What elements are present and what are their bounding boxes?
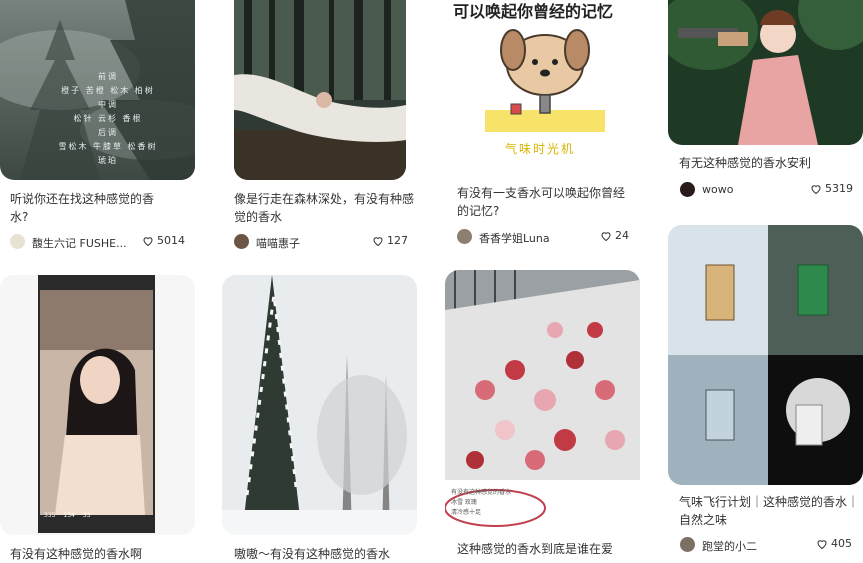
cover-heading: 可以唤起你曾经的记忆 [453, 2, 614, 21]
cover-notes-text: 前调 橙子 苦橙 松木 柏树 中调 松针 云杉 香根 后调 雪松木 牛膝草 松香… [58, 70, 158, 168]
like-button[interactable]: 127 [372, 234, 408, 247]
cover-caption: 气味时光机 [505, 142, 576, 156]
note-cover-image[interactable] [668, 225, 863, 485]
video-likes-count: 335 [44, 512, 56, 519]
author-name[interactable]: 跑堂的小二 [702, 538, 782, 554]
note-card-2[interactable]: 像是行走在森林深处，有没有种感觉的香水 喵喵惠子 127 [222, 0, 417, 255]
like-count: 405 [831, 537, 852, 550]
cover-note-line: 后调 [98, 128, 118, 137]
note-cover-image[interactable] [234, 0, 406, 180]
heart-outline-icon [816, 538, 828, 550]
like-button[interactable]: 5319 [810, 182, 853, 195]
note-card-3[interactable]: 可以唤起你曾经的记忆 气味时光机 有没有一支香水可以唤起你曾经的记忆? 香香学姐… [445, 0, 640, 255]
note-card-8[interactable]: 气味飞行计划｜这种感觉的香水｜自然之味 跑堂的小二 405 [668, 225, 863, 563]
note-title[interactable]: 有没有这种感觉的香水啊 [10, 545, 190, 563]
author-name[interactable]: wowo [702, 183, 782, 196]
author-avatar[interactable] [457, 229, 472, 244]
note-title[interactable]: 有无这种感觉的香水安利 [679, 154, 859, 172]
note-title[interactable]: 这种感觉的香水到底是谁在爱 [457, 540, 637, 558]
heart-outline-icon [810, 183, 822, 195]
note-title[interactable]: 听说你还在找这种感觉的香水? [10, 190, 170, 226]
note-cover-image[interactable] [668, 0, 863, 145]
heart-outline-icon [142, 235, 154, 247]
note-card-5[interactable]: 335 134 33 有没有这种感觉的香水啊 [0, 275, 195, 563]
note-title[interactable]: 像是行走在森林深处，有没有种感觉的香水 [234, 190, 414, 226]
note-cover-image[interactable] [222, 275, 417, 535]
note-title[interactable]: 气味飞行计划｜这种感觉的香水｜自然之味 [679, 493, 859, 529]
like-count: 127 [387, 234, 408, 247]
cover-note-line: 前调 [98, 72, 118, 81]
note-cover-image[interactable] [0, 275, 195, 535]
cover-note-line: 松针 云杉 香根 [73, 114, 143, 123]
heart-outline-icon [600, 230, 612, 242]
cover-note-line: 雪松木 牛膝草 松香树 琥珀 [58, 142, 158, 165]
author-name[interactable]: 喵喵惠子 [256, 235, 346, 251]
note-card-6[interactable]: 嗷嗷～有没有这种感觉的香水 [222, 275, 417, 563]
video-shares-count: 33 [82, 512, 91, 519]
like-count: 5014 [157, 234, 185, 247]
author-avatar[interactable] [10, 234, 25, 249]
like-button[interactable]: 5014 [142, 234, 185, 247]
like-button[interactable]: 405 [816, 537, 852, 550]
author-avatar[interactable] [680, 182, 695, 197]
like-count: 24 [615, 229, 629, 242]
video-comments-count: 134 [63, 512, 75, 519]
note-card-4[interactable]: 有无这种感觉的香水安利 wowo 5319 [668, 0, 863, 210]
note-card-1[interactable]: 前调 橙子 苦橙 松木 柏树 中调 松针 云杉 香根 后调 雪松木 牛膝草 松香… [0, 0, 195, 255]
author-name[interactable]: 馥生六记 FUSHE... [32, 235, 132, 251]
cover-note-line: 清冷感十足 [451, 509, 482, 516]
author-name[interactable]: 香香学姐Luna [479, 230, 579, 246]
cover-note-line: 有没有这种感觉的香水 [451, 489, 512, 496]
note-title[interactable]: 嗷嗷～有没有这种感觉的香水 [234, 545, 414, 563]
cover-handwritten-note: 有没有这种感觉的香水 冰雪 玫瑰 清冷感十足 [451, 488, 511, 518]
author-avatar[interactable] [234, 234, 249, 249]
note-card-7[interactable]: 有没有这种感觉的香水 冰雪 玫瑰 清冷感十足 这种感觉的香水到底是谁在爱 [445, 270, 640, 563]
cover-note-line: 橙子 苦橙 松木 柏树 [61, 86, 155, 95]
heart-outline-icon [372, 235, 384, 247]
author-avatar[interactable] [680, 537, 695, 552]
cover-note-line: 冰雪 玫瑰 [451, 499, 477, 506]
video-stats-bar: 335 134 33 [44, 512, 152, 519]
cover-note-line: 中调 [98, 100, 118, 109]
like-count: 5319 [825, 182, 853, 195]
note-title[interactable]: 有没有一支香水可以唤起你曾经的记忆? [457, 184, 629, 220]
like-button[interactable]: 24 [600, 229, 629, 242]
